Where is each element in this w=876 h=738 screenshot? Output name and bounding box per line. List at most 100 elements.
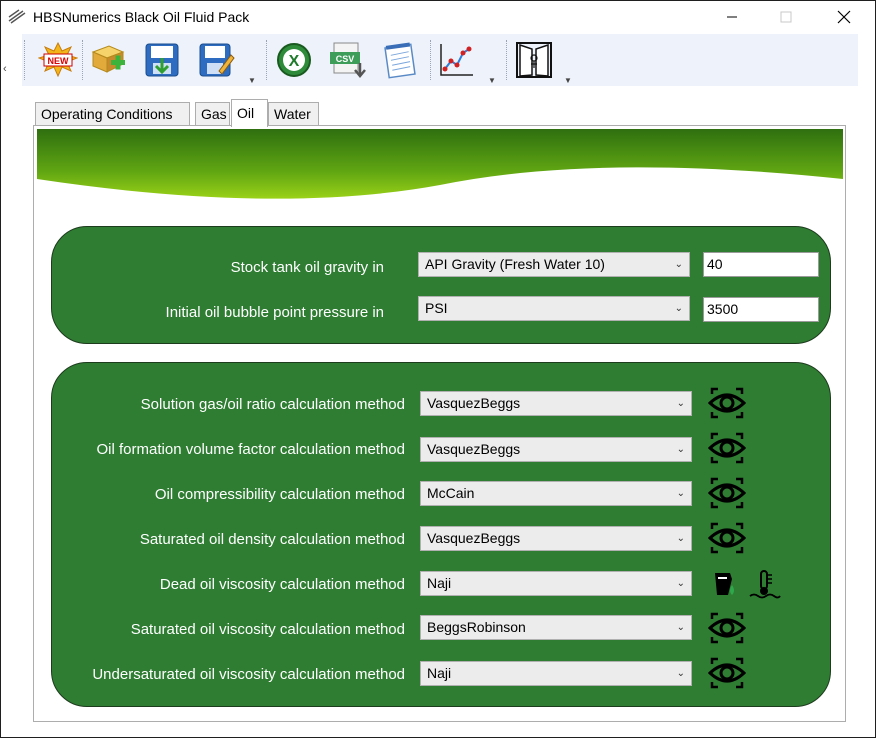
maximize-icon <box>780 11 792 23</box>
eye-view-icon <box>708 387 746 419</box>
gravity-input[interactable]: 40 <box>703 252 819 277</box>
tab-water[interactable]: Water <box>268 102 319 126</box>
fvf-method-value: VasquezBeggs <box>427 441 521 457</box>
add-package-icon <box>91 45 125 73</box>
saturated-viscosity-view-button[interactable] <box>708 611 746 645</box>
save-button[interactable] <box>142 40 182 80</box>
eye-view-icon <box>708 657 746 689</box>
temperature-button[interactable] <box>748 567 782 601</box>
app-window: HBSNumerics Black Oil Fluid Pack ‹ NEW ▼… <box>0 0 876 738</box>
gor-method-dropdown[interactable]: VasquezBeggs ⌄ <box>420 391 692 416</box>
chevron-down-icon: ⌄ <box>676 444 685 455</box>
window-title: HBSNumerics Black Oil Fluid Pack <box>33 9 250 25</box>
notepad-button[interactable] <box>380 40 420 80</box>
gor-view-button[interactable] <box>708 386 746 420</box>
gravity-label: Stock tank oil gravity in <box>230 259 384 276</box>
dead-oil-viscosity-method-value: Naji <box>427 575 452 591</box>
chevron-down-icon: ⌄ <box>676 668 685 679</box>
maximize-button <box>763 1 809 33</box>
toolbar: NEW ▼ X CSV ▼ ▼ <box>22 34 858 86</box>
exit-options-dropdown[interactable]: ▼ <box>564 76 572 85</box>
undersaturated-viscosity-method-dropdown[interactable]: Naji ⌄ <box>420 661 692 686</box>
eye-view-icon <box>708 522 746 554</box>
save-options-dropdown[interactable]: ▼ <box>248 76 256 85</box>
title-bar: HBSNumerics Black Oil Fluid Pack <box>1 1 875 33</box>
chevron-down-icon: ⌄ <box>674 259 683 270</box>
add-package-button[interactable] <box>88 40 128 80</box>
tab-oil[interactable]: Oil <box>231 99 268 127</box>
undersaturated-viscosity-method-label: Undersaturated oil viscosity calculation… <box>92 666 405 683</box>
gravity-unit-value: API Gravity (Fresh Water 10) <box>425 256 605 272</box>
oil-properties-panel: Stock tank oil gravity in API Gravity (F… <box>51 226 831 344</box>
undersaturated-viscosity-method-value: Naji <box>427 665 452 681</box>
csv-export-button[interactable]: CSV <box>328 40 368 80</box>
excel-icon: X <box>277 43 311 77</box>
app-logo-icon <box>8 9 26 24</box>
exit-button[interactable] <box>514 40 554 80</box>
chart-options-dropdown[interactable]: ▼ <box>488 76 496 85</box>
toolbar-separator <box>24 40 25 80</box>
tab-operating-conditions[interactable]: Operating Conditions <box>35 102 190 126</box>
save-as-icon <box>199 43 235 77</box>
compressibility-view-button[interactable] <box>708 476 746 510</box>
density-view-button[interactable] <box>708 521 746 555</box>
chevron-down-icon: ⌄ <box>674 303 683 314</box>
gor-method-value: VasquezBeggs <box>427 395 521 411</box>
density-method-dropdown[interactable]: VasquezBeggs ⌄ <box>420 526 692 551</box>
tab-gas[interactable]: Gas <box>195 102 230 126</box>
csv-badge-text: CSV <box>336 54 355 64</box>
exit-door-icon <box>516 42 552 78</box>
saturated-viscosity-method-dropdown[interactable]: BeggsRobinson ⌄ <box>420 615 692 640</box>
minimize-icon <box>727 16 737 18</box>
toolbar-separator <box>430 40 431 80</box>
csv-export-icon: CSV <box>330 42 366 78</box>
close-button[interactable] <box>821 1 867 33</box>
chart-icon <box>440 44 473 76</box>
minimize-button[interactable] <box>709 1 755 33</box>
notepad-icon <box>384 42 416 79</box>
dead-oil-viscosity-method-dropdown[interactable]: Naji ⌄ <box>420 571 692 596</box>
eye-view-icon <box>708 477 746 509</box>
new-icon: NEW <box>38 42 78 78</box>
eye-view-icon <box>708 432 746 464</box>
thermometer-icon <box>749 570 781 599</box>
bubble-point-unit-dropdown[interactable]: PSI ⌄ <box>418 296 690 321</box>
fvf-view-button[interactable] <box>708 431 746 465</box>
chevron-down-icon: ⌄ <box>676 622 685 633</box>
excel-badge-text: X <box>289 53 300 70</box>
new-button[interactable]: NEW <box>38 40 78 80</box>
excel-button[interactable]: X <box>274 40 314 80</box>
compressibility-method-label: Oil compressibility calculation method <box>154 486 405 503</box>
eye-view-icon <box>708 612 746 644</box>
gor-method-label: Solution gas/oil ratio calculation metho… <box>140 396 405 413</box>
saturated-viscosity-method-label: Saturated oil viscosity calculation meth… <box>130 621 405 638</box>
bubble-point-unit-value: PSI <box>425 300 448 316</box>
oil-data-button[interactable] <box>710 567 740 601</box>
header-banner <box>37 129 843 199</box>
save-as-button[interactable] <box>196 40 236 80</box>
compressibility-method-dropdown[interactable]: McCain ⌄ <box>420 481 692 506</box>
new-badge-text: NEW <box>48 56 70 66</box>
density-method-value: VasquezBeggs <box>427 530 521 546</box>
saturated-viscosity-method-value: BeggsRobinson <box>427 619 526 635</box>
chevron-down-icon: ⌄ <box>676 578 685 589</box>
toolbar-separator <box>266 40 267 80</box>
close-icon <box>837 10 851 24</box>
oil-tab-content: Stock tank oil gravity in API Gravity (F… <box>33 125 846 722</box>
calculation-methods-panel: Solution gas/oil ratio calculation metho… <box>51 362 831 707</box>
chevron-down-icon: ⌄ <box>676 398 685 409</box>
bubble-point-input[interactable]: 3500 <box>703 297 819 322</box>
chart-button[interactable] <box>436 40 476 80</box>
chevron-down-icon: ⌄ <box>676 533 685 544</box>
density-method-label: Saturated oil density calculation method <box>139 531 405 548</box>
gravity-unit-dropdown[interactable]: API Gravity (Fresh Water 10) ⌄ <box>418 252 690 277</box>
fvf-method-label: Oil formation volume factor calculation … <box>96 441 405 458</box>
toolbar-separator <box>82 40 83 80</box>
toolbar-separator <box>506 40 507 80</box>
undersaturated-viscosity-view-button[interactable] <box>708 656 746 690</box>
fvf-method-dropdown[interactable]: VasquezBeggs ⌄ <box>420 437 692 462</box>
oil-drop-icon <box>715 573 734 595</box>
compressibility-method-value: McCain <box>427 485 475 501</box>
bubble-point-label: Initial oil bubble point pressure in <box>165 304 384 321</box>
dead-oil-viscosity-method-label: Dead oil viscosity calculation method <box>159 576 405 593</box>
